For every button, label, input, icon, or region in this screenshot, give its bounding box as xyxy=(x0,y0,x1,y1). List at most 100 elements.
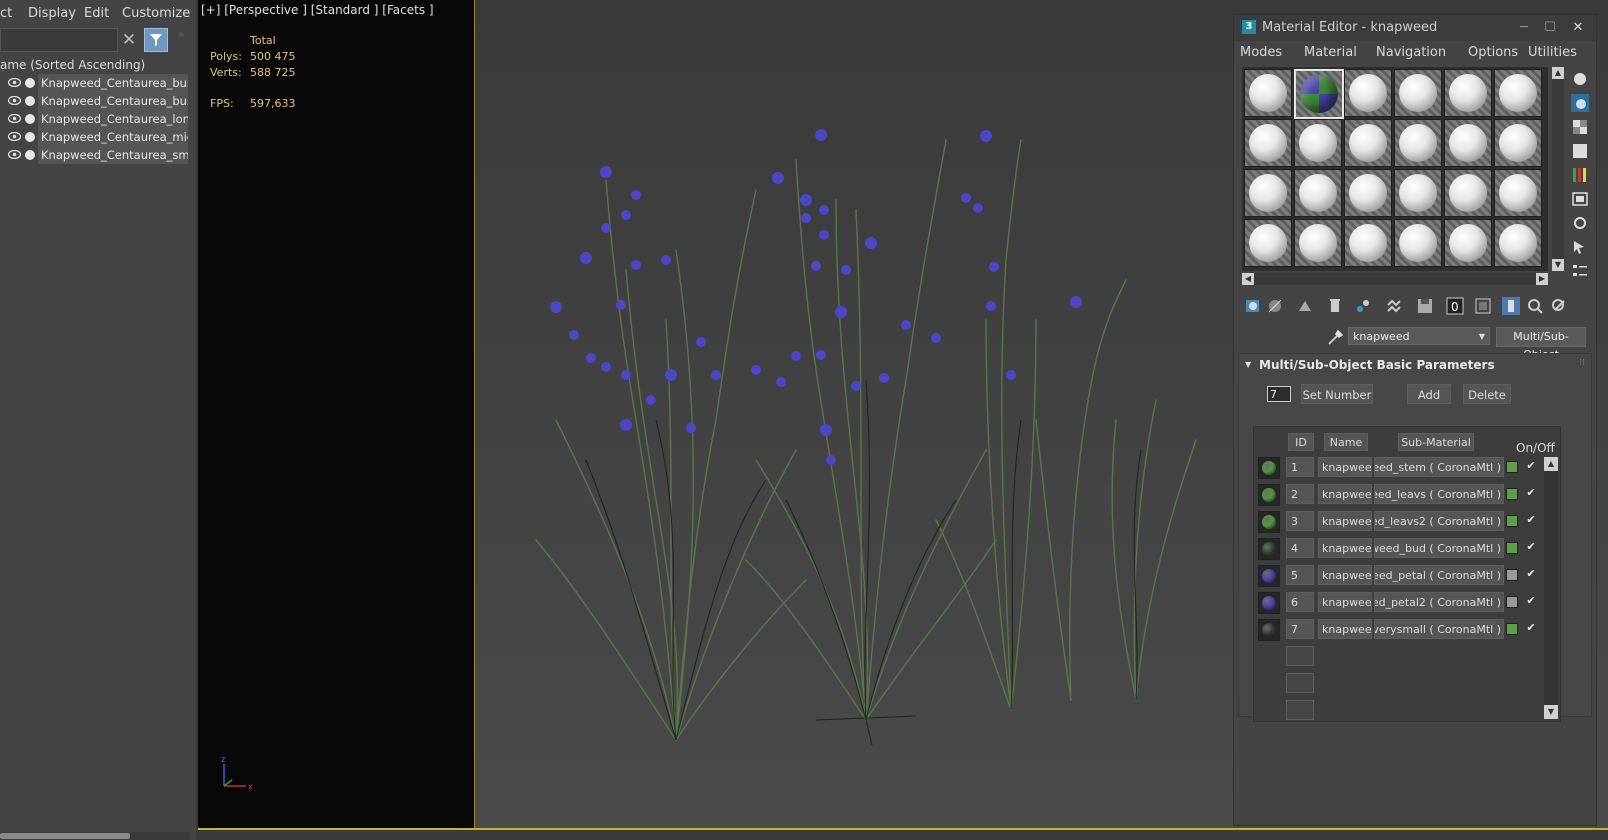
material-slot[interactable] xyxy=(1494,119,1542,167)
horizontal-scrollbar[interactable] xyxy=(0,832,190,840)
set-number-button[interactable]: Set Number xyxy=(1301,384,1373,404)
material-slot[interactable] xyxy=(1494,169,1542,217)
sub-material-name-field[interactable]: knapweed xyxy=(1318,592,1372,612)
show-end-result-icon[interactable] xyxy=(1502,297,1520,315)
reset-map-icon[interactable] xyxy=(1326,297,1344,315)
chevron-down-icon[interactable]: ▼ xyxy=(1479,328,1485,346)
go-to-parent-icon[interactable] xyxy=(1526,297,1544,315)
render-toggle-icon[interactable] xyxy=(25,96,35,106)
material-slot[interactable] xyxy=(1294,119,1342,167)
minimize-icon[interactable]: ─ xyxy=(1514,18,1534,38)
sort-by-id-button[interactable]: ID xyxy=(1288,433,1314,451)
material-slot[interactable] xyxy=(1494,219,1542,267)
menu-modes[interactable]: Modes xyxy=(1240,45,1282,60)
color-swatch[interactable] xyxy=(1506,461,1518,473)
show-shaded-icon[interactable] xyxy=(1474,297,1492,315)
backlight-icon[interactable] xyxy=(1570,93,1590,113)
list-vertical-scrollbar[interactable]: ▲ ▼ xyxy=(1544,457,1558,719)
on-off-checkbox[interactable]: ✔ xyxy=(1524,540,1538,554)
sort-by-name-button[interactable]: Name xyxy=(1324,433,1368,451)
sub-material-swatch[interactable] xyxy=(1258,457,1280,479)
eyedropper-icon[interactable] xyxy=(1326,329,1344,347)
name-column-header[interactable]: ame (Sorted Ascending) xyxy=(0,56,192,74)
sub-material-swatch[interactable] xyxy=(1258,592,1280,614)
material-slot[interactable] xyxy=(1244,219,1292,267)
scene-item[interactable]: Knapweed_Centaurea_long xyxy=(0,110,192,128)
sub-material-name-field[interactable]: knapweed xyxy=(1318,484,1372,504)
sub-material-id[interactable]: 4 xyxy=(1286,538,1314,558)
render-toggle-icon[interactable] xyxy=(25,132,35,142)
material-slot[interactable] xyxy=(1394,69,1442,117)
eye-icon[interactable] xyxy=(8,78,21,87)
on-off-checkbox[interactable]: ✔ xyxy=(1524,459,1538,473)
color-swatch[interactable] xyxy=(1506,515,1518,527)
material-name-field[interactable]: knapweed ▼ xyxy=(1348,327,1490,345)
eye-icon[interactable] xyxy=(8,150,21,159)
scrollbar-thumb[interactable] xyxy=(0,833,130,839)
render-toggle-icon[interactable] xyxy=(25,78,35,88)
material-slot[interactable] xyxy=(1244,169,1292,217)
sub-material-id[interactable]: 3 xyxy=(1286,511,1314,531)
menu-edit[interactable]: Edit xyxy=(84,6,109,21)
menu-material[interactable]: Material xyxy=(1304,45,1357,60)
on-off-checkbox[interactable]: ✔ xyxy=(1524,594,1538,608)
sub-material-swatch[interactable] xyxy=(1258,511,1280,533)
material-slot[interactable] xyxy=(1294,69,1344,119)
on-off-checkbox[interactable]: ✔ xyxy=(1524,513,1538,527)
scroll-down-icon[interactable]: ▼ xyxy=(1544,705,1558,719)
collapse-arrow-icon[interactable]: ▼ xyxy=(1245,360,1251,369)
material-slot[interactable] xyxy=(1394,169,1442,217)
menu-navigation[interactable]: Navigation xyxy=(1376,45,1446,60)
sub-material-button[interactable]: knapweed_petal ( CoronaMtl ) xyxy=(1374,565,1504,585)
menu-display[interactable]: Display xyxy=(28,6,76,21)
slots-vertical-scrollbar[interactable]: ▲ ▼ xyxy=(1552,67,1564,271)
material-editor-titlebar[interactable]: 3 Material Editor - knapweed ─ ☐ ✕ xyxy=(1234,15,1596,41)
search-input[interactable] xyxy=(0,28,118,52)
on-off-checkbox[interactable]: ✔ xyxy=(1524,486,1538,500)
color-swatch[interactable] xyxy=(1506,542,1518,554)
sub-material-button[interactable]: knapweed_stem ( CoronaMtl ) xyxy=(1374,457,1504,477)
scroll-up-icon[interactable]: ▲ xyxy=(1544,457,1558,471)
on-off-checkbox[interactable]: ✔ xyxy=(1524,567,1538,581)
color-swatch[interactable] xyxy=(1506,488,1518,500)
clear-icon[interactable]: ✕ xyxy=(119,30,139,50)
material-slot[interactable] xyxy=(1394,119,1442,167)
sub-material-id[interactable]: 2 xyxy=(1286,484,1314,504)
video-color-check-icon[interactable] xyxy=(1570,165,1590,185)
material-slot[interactable] xyxy=(1494,69,1542,117)
sub-material-name-field[interactable]: knapweed xyxy=(1318,565,1372,585)
sub-material-button[interactable]: knapweed_leavs2 ( CoronaMtl ) xyxy=(1374,511,1504,531)
material-slot[interactable] xyxy=(1344,69,1392,117)
scroll-right-icon[interactable]: ▶ xyxy=(1536,273,1548,285)
options-icon[interactable] xyxy=(1570,213,1590,233)
material-id-channel-icon[interactable]: 0 xyxy=(1446,297,1464,315)
render-toggle-icon[interactable] xyxy=(25,150,35,160)
material-slot[interactable] xyxy=(1394,219,1442,267)
timeline-bar[interactable] xyxy=(198,830,1608,840)
slots-horizontal-scrollbar[interactable]: ◀ ▶ xyxy=(1242,273,1548,285)
filter-icon[interactable] xyxy=(144,28,168,52)
material-slot[interactable] xyxy=(1344,169,1392,217)
color-swatch[interactable] xyxy=(1506,569,1518,581)
close-icon[interactable]: ✕ xyxy=(1568,18,1588,38)
assign-material-icon[interactable] xyxy=(1296,297,1314,315)
menu-options[interactable]: Options xyxy=(1468,45,1518,60)
scroll-down-icon[interactable]: ▼ xyxy=(1552,259,1564,271)
sub-material-button[interactable]: knapweed_petalverysmall ( CoronaMtl ) xyxy=(1374,619,1504,639)
save-icon[interactable] xyxy=(1416,297,1434,315)
sub-material-swatch[interactable] xyxy=(1258,619,1280,641)
material-slot[interactable] xyxy=(1444,69,1492,117)
material-slot[interactable] xyxy=(1294,169,1342,217)
get-material-icon[interactable] xyxy=(1244,297,1262,315)
material-slot[interactable] xyxy=(1444,169,1492,217)
menu-customize[interactable]: Customize xyxy=(122,6,190,21)
render-toggle-icon[interactable] xyxy=(25,114,35,124)
maximize-icon[interactable]: ☐ xyxy=(1540,18,1560,38)
sub-material-name-field[interactable]: knapweed xyxy=(1318,619,1372,639)
go-forward-to-sibling-icon[interactable] xyxy=(1550,297,1568,315)
sub-material-swatch[interactable] xyxy=(1258,484,1280,506)
scroll-left-icon[interactable]: ◀ xyxy=(1242,273,1254,285)
material-map-navigator-icon[interactable] xyxy=(1570,261,1590,281)
scene-item[interactable]: Knapweed_Centaurea_bush_v xyxy=(0,74,192,92)
make-unique-icon[interactable] xyxy=(1354,297,1372,315)
